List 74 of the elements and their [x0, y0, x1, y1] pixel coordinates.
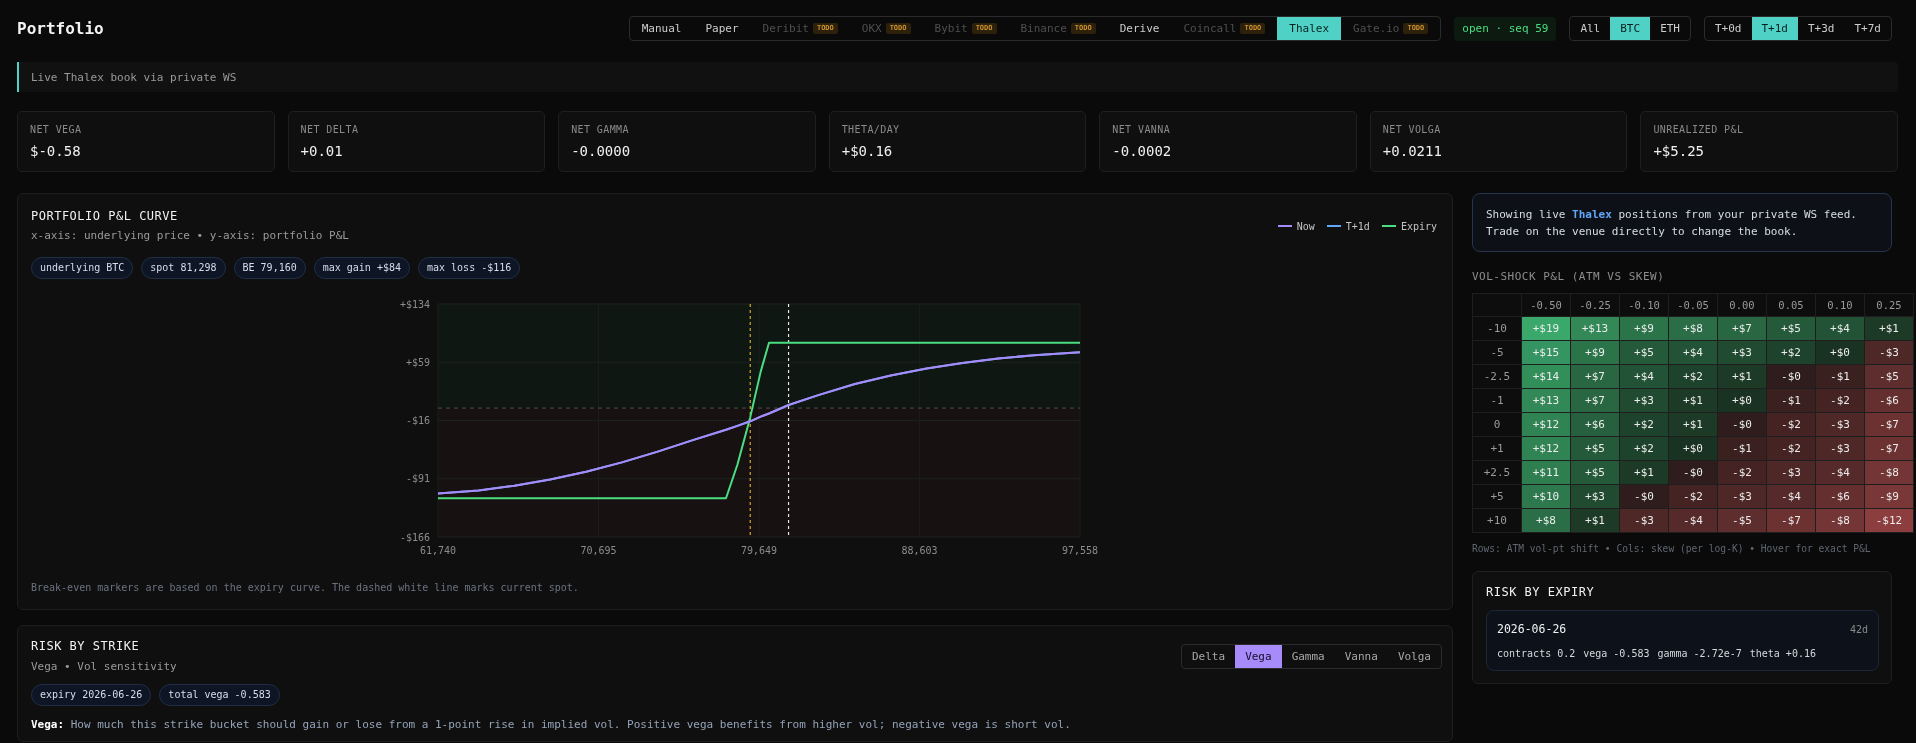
info-message: Showing live Thalex positions from your private WS feed. Trade on the venue directly to change the book.	[1472, 193, 1892, 252]
card-title: PORTFOLIO P&L CURVE	[31, 208, 179, 224]
info-chip: max loss -$116	[418, 257, 521, 279]
info-chip: total vega -0.583	[159, 684, 280, 706]
row-header: +5	[1472, 484, 1522, 509]
stat-label: THETA/DAY	[841, 123, 901, 136]
stat-label: NET DELTA	[300, 123, 360, 136]
stat-value: $-0.58	[30, 142, 82, 160]
card-subtitle: x-axis: underlying price • y-axis: portfolio P&L	[31, 228, 349, 244]
row-header: +2.5	[1472, 460, 1522, 485]
y-axis-label: -$91	[405, 473, 430, 485]
stat-label: vega	[1583, 647, 1608, 661]
stat-value: -0.0000	[571, 142, 632, 160]
stat-label: NET GAMMA	[571, 123, 630, 136]
days-to-expiry: 42d	[1849, 623, 1868, 635]
stat-value: 0.2	[1557, 647, 1576, 661]
stat-value: +0.01	[300, 142, 344, 160]
row-header: -1	[1472, 388, 1522, 413]
stat-label: contracts	[1497, 647, 1552, 661]
info-chip: spot 81,298	[141, 257, 226, 279]
table-footnote: Rows: ATM vol-pt shift • Cols: skew (per log-K) • Hover for exact P&L	[1472, 542, 1872, 555]
row-header: -2.5	[1472, 364, 1522, 389]
connection-status: open · seq 59	[1454, 16, 1557, 41]
column-header: -0.05	[1668, 293, 1718, 317]
stat-label: theta	[1749, 647, 1780, 661]
stat-value: +0.16	[1785, 647, 1816, 661]
stat-value: +0.0211	[1382, 142, 1443, 160]
card-title: RISK BY STRIKE	[31, 638, 141, 654]
row-header: -10	[1472, 316, 1522, 341]
stat-label: NET VOLGA	[1382, 123, 1442, 136]
info-chip: max gain +$84	[313, 257, 410, 279]
row-header: +1	[1472, 436, 1522, 461]
column-header: 0.00	[1717, 293, 1767, 317]
x-axis-label: 79,649	[740, 545, 778, 556]
stat-value: -2.72e-7	[1693, 647, 1742, 661]
card-subtitle: Vega • Vol sensitivity	[31, 659, 177, 675]
stat-label: gamma	[1657, 647, 1688, 661]
info-chip: underlying BTC	[31, 257, 134, 279]
column-header: 0.05	[1766, 293, 1816, 317]
y-axis-label: -$16	[405, 415, 430, 426]
row-header: +10	[1472, 508, 1522, 533]
column-header: 0.10	[1815, 293, 1865, 317]
y-axis-label: +$134	[399, 298, 430, 310]
greek-description: Vega: How much this strike bucket should gain or lose from a 1-point rise in implied vol. Positive vega benefits from higher vol; negative vega is short vol.	[31, 717, 1072, 733]
legend-label: Expiry	[1400, 220, 1437, 232]
column-header: -0.25	[1570, 293, 1620, 317]
column-header: -0.10	[1619, 293, 1669, 317]
info-chip: expiry 2026-06-26	[31, 684, 152, 706]
stat-value: -0.583	[1613, 647, 1650, 661]
column-header: -0.50	[1521, 293, 1571, 317]
info-banner: Live Thalex book via private WS	[17, 62, 1898, 92]
stat-label: NET VANNA	[1112, 123, 1172, 136]
legend-label: T+1d	[1345, 220, 1370, 232]
info-chip: BE 79,160	[233, 257, 306, 279]
y-axis-label: -$166	[399, 531, 430, 543]
stat-value: +$0.16	[841, 142, 894, 160]
expiry-date: 2026-06-26	[1497, 622, 1567, 636]
chart-note: Break-even markers are based on the expiry curve. The dashed white line marks current spot.	[31, 582, 580, 594]
legend-label: Now	[1296, 220, 1315, 232]
x-axis-label: 88,603	[901, 545, 938, 556]
x-axis-label: 61,740	[419, 545, 457, 556]
row-header: -5	[1472, 340, 1522, 365]
card-title: RISK BY EXPIRY	[1486, 585, 1596, 599]
stat-value: +$5.25	[1653, 142, 1705, 160]
stat-value: -0.0002	[1112, 142, 1173, 160]
stat-label: UNREALIZED P&L	[1653, 123, 1745, 136]
stat-label: NET VEGA	[30, 123, 83, 136]
y-axis-label: +$59	[405, 356, 430, 368]
section-title: VOL-SHOCK P&L (ATM VS SKEW)	[1472, 270, 1666, 284]
x-axis-label: 70,695	[580, 545, 617, 556]
page-title: Portfolio	[17, 19, 104, 38]
column-header: 0.25	[1864, 293, 1914, 317]
x-axis-label: 97,558	[1061, 545, 1099, 556]
row-header: 0	[1472, 412, 1522, 437]
